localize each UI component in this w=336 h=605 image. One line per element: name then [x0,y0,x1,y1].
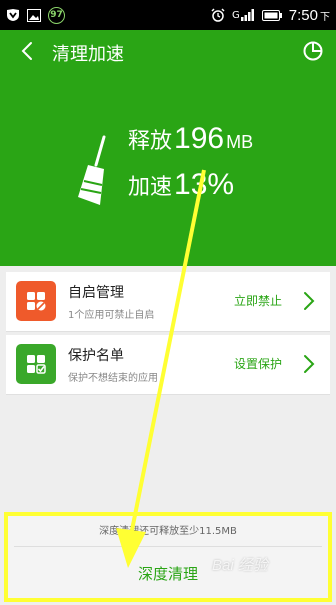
card-subtitle: 保护不想结束的应用 [68,373,158,384]
chevron-right-icon [304,355,315,373]
back-arrow-icon [21,42,32,60]
broom-icon [78,135,106,205]
title-bar: 清理加速 [0,30,336,74]
protect-list-glyph-icon [27,355,46,374]
card-subtitle: 1个应用可禁止自启 [68,310,155,321]
stats-button[interactable] [302,40,324,62]
deep-clean-button[interactable]: 深度清理 [14,550,322,596]
battery-percent-badge: 97 [48,6,65,24]
protect-list-card[interactable]: 保护名单 保护不想结束的应用 设置保护 [6,335,330,395]
back-button[interactable] [14,38,40,64]
card-title: 保护名单 [68,348,124,364]
deep-clean-hint: 深度清理还可释放至少11.5MB [99,526,237,537]
speed-value: 13% [174,168,235,201]
release-value: 196 [174,122,225,155]
battery-icon [261,9,282,21]
release-stat: 释放 196 MB [128,122,253,156]
signal-icon [240,9,254,21]
header-panel: 清理加速 释放 196 MB 加速 13% [0,30,336,266]
autostart-glyph-icon [27,292,46,311]
autostart-icon [16,281,56,321]
divider [14,546,322,547]
pie-chart-icon [303,41,323,61]
alarm-icon [211,8,225,22]
signal-indicator: G [232,9,255,21]
chevron-right-icon [304,292,315,310]
protect-list-icon [16,344,56,384]
feature-card-list: 自启管理 1个应用可禁止自启 立即禁止 保护名单 保护不想结束的应用 设置保护 [6,272,330,398]
shield-notification-icon [7,9,19,21]
deep-clean-panel: 深度清理还可释放至少11.5MB 深度清理 [4,512,332,602]
set-protection-link[interactable]: 设置保护 [234,355,282,372]
speed-label: 加速 [128,175,173,200]
network-type-label: G [232,10,240,21]
card-title: 自启管理 [68,285,124,301]
clock: 7:50 下 [288,6,330,24]
release-unit: MB [226,132,254,152]
disable-now-link[interactable]: 立即禁止 [234,292,282,309]
page-title: 清理加速 [52,44,124,65]
status-bar: 97 G 7:50 下 [0,0,336,30]
release-label: 释放 [128,129,173,154]
speed-stat: 加速 13% [128,168,234,202]
autostart-card[interactable]: 自启管理 1个应用可禁止自启 立即禁止 [6,272,330,332]
image-notification-icon [27,8,41,22]
